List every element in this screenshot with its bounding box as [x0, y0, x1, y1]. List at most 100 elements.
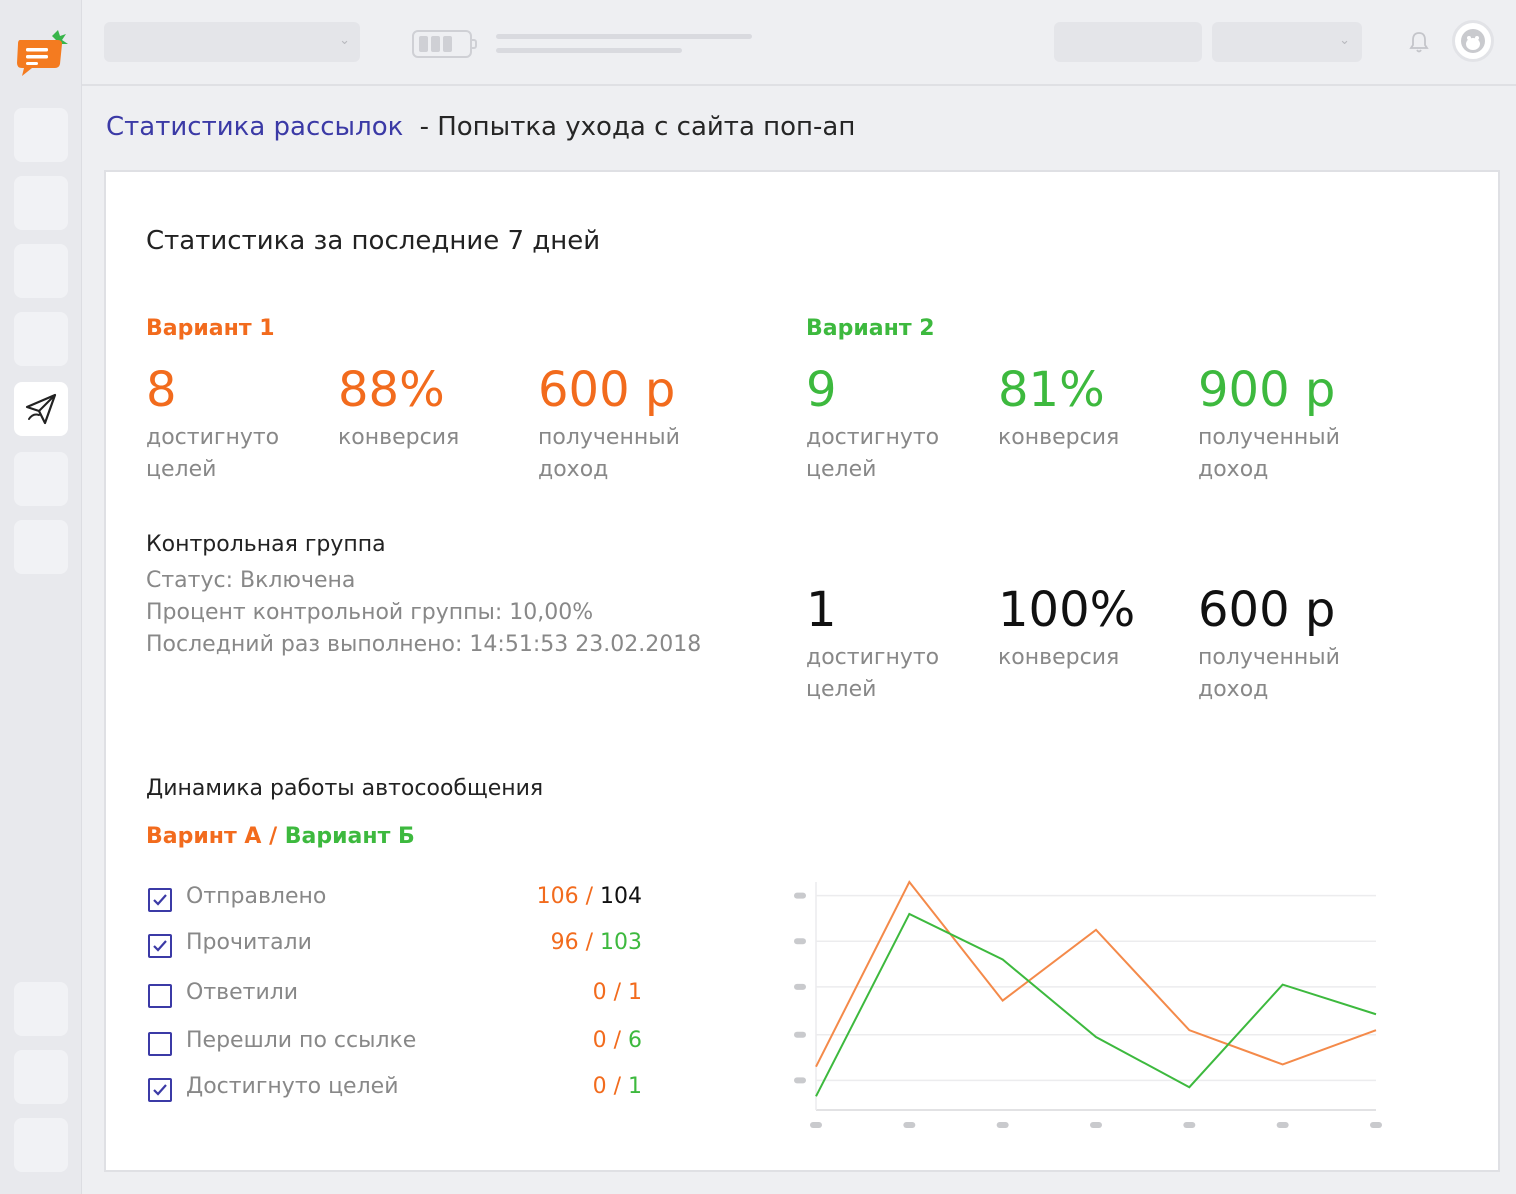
control-group-last-run: Последний раз выполнено: 14:51:53 23.02.… [146, 632, 702, 657]
metric-label: доход [538, 457, 609, 482]
metric-label: конверсия [998, 425, 1120, 450]
metric-value: 9 [806, 362, 837, 418]
metric-row-values: 96 / 103 [551, 930, 642, 955]
variant-1-revenue: 600 р полученный доход [538, 362, 680, 486]
metric-row: Прочитали 96 / 103 [146, 930, 646, 962]
x-tick-label [903, 1122, 916, 1128]
placeholder-line [496, 48, 682, 53]
y-tick-label [794, 892, 806, 899]
control-group-percent: Процент контрольной группы: 10,00% [146, 600, 594, 625]
carrot-chat-logo-icon[interactable] [14, 30, 68, 80]
metric-value: 1 [806, 582, 837, 638]
metric-row-label: Достигнуто целей [186, 1074, 399, 1099]
control-group-status: Статус: Включена [146, 568, 356, 593]
metric-value: 81% [998, 362, 1105, 418]
legend-separator: / [261, 824, 285, 849]
metric-label: доход [1198, 457, 1269, 482]
value-variant-a: 0 [592, 980, 607, 1005]
value-variant-b: 103 [600, 930, 642, 955]
checkbox-unchecked[interactable] [148, 984, 172, 1008]
control-goals: 1 достигнуто целей [806, 582, 939, 706]
metric-row-values: 106 / 104 [537, 884, 642, 909]
legend-variant-a: Варинт А [146, 824, 262, 849]
topbar-select[interactable]: ⌄ [1212, 22, 1362, 62]
metric-row-label: Ответили [186, 980, 299, 1005]
dynamics-legend: Варинт А / Вариант Б [146, 824, 415, 849]
metric-row: Достигнуто целей 0 / 1 [146, 1074, 646, 1106]
dynamics-title: Динамика работы автосообщения [146, 776, 544, 801]
topbar-button[interactable] [1054, 22, 1202, 62]
metric-value: 600 р [538, 362, 676, 418]
metric-row-label: Перешли по ссылке [186, 1028, 417, 1053]
variant-1-goals: 8 достигнуто целей [146, 362, 279, 486]
metric-label: целей [806, 457, 877, 482]
value-variant-b: 1 [628, 1074, 642, 1099]
metric-label: доход [1198, 677, 1269, 702]
metric-row-values: 0 / 1 [593, 980, 642, 1005]
sidebar-item-8[interactable] [14, 982, 68, 1036]
x-tick-label [810, 1122, 822, 1128]
metric-row-label: Прочитали [186, 930, 312, 955]
checkbox-unchecked[interactable] [148, 1032, 172, 1056]
control-conversion: 100% конверсия [998, 582, 1135, 674]
metric-label: полученный [1198, 645, 1340, 670]
metric-label: достигнуто [806, 645, 940, 670]
value-variant-a: 0 [592, 1028, 607, 1053]
sidebar-item-6[interactable] [14, 452, 68, 506]
page-title: - Попытка ухода с сайта поп-ап [419, 112, 856, 142]
metric-label: достигнуто [806, 425, 940, 450]
variant-2-goals: 9 достигнуто целей [806, 362, 939, 486]
metric-row: Перешли по ссылке 0 / 6 [146, 1028, 646, 1060]
value-separator: / [578, 930, 600, 955]
legend-variant-b: Вариант Б [284, 824, 415, 849]
value-separator: / [606, 980, 628, 1005]
variant-2-title: Вариант 2 [806, 316, 935, 341]
breadcrumb: Статистика рассылок - Попытка ухода с са… [106, 112, 855, 142]
value-variant-b: 1 [628, 980, 642, 1005]
y-tick-label [794, 1031, 806, 1038]
metric-label: целей [146, 457, 217, 482]
paper-plane-icon [25, 393, 57, 425]
project-select[interactable]: ⌄ [104, 22, 360, 62]
variant-2-conversion: 81% конверсия [998, 362, 1119, 454]
bell-icon[interactable] [1408, 30, 1430, 54]
x-tick-label [996, 1122, 1009, 1128]
metric-row-values: 0 / 1 [593, 1074, 642, 1099]
sidebar-item-1[interactable] [14, 108, 68, 162]
sidebar-item-7[interactable] [14, 520, 68, 574]
metric-row: Ответили 0 / 1 [146, 980, 646, 1012]
checkbox-checked[interactable] [148, 888, 172, 912]
sidebar-item-2[interactable] [14, 176, 68, 230]
sidebar-item-mailings[interactable] [14, 382, 68, 436]
checkbox-checked[interactable] [148, 934, 172, 958]
value-variant-a: 96 [550, 930, 579, 955]
chevron-down-icon: ⌄ [1339, 33, 1350, 48]
series-line-variant-a [815, 880, 1377, 1068]
variant-1-conversion: 88% конверсия [338, 362, 459, 454]
metric-value: 100% [998, 582, 1136, 638]
variant-2-revenue: 900 р полученный доход [1198, 362, 1340, 486]
value-separator: / [606, 1074, 628, 1099]
top-bar: ⌄ ⌄ [82, 0, 1516, 86]
metric-value: 88% [338, 362, 445, 418]
sidebar-item-3[interactable] [14, 244, 68, 298]
chevron-down-icon: ⌄ [339, 33, 350, 48]
sidebar-item-4[interactable] [14, 312, 68, 366]
breadcrumb-link-mailing-stats[interactable]: Статистика рассылок [106, 112, 403, 142]
x-tick-label [1370, 1122, 1382, 1128]
sidebar-item-9[interactable] [14, 1050, 68, 1104]
user-avatar-icon[interactable] [1452, 20, 1494, 62]
metric-label: полученный [538, 425, 680, 450]
placeholder-line [496, 34, 752, 39]
stats-card: Статистика за последние 7 дней Вариант 1… [104, 170, 1500, 1172]
checkmark-icon [153, 940, 167, 952]
checkbox-checked[interactable] [148, 1078, 172, 1102]
metric-row: Отправлено 106 / 104 [146, 884, 646, 916]
sidebar-item-10[interactable] [14, 1118, 68, 1172]
metric-label: полученный [1198, 425, 1340, 450]
control-group-title: Контрольная группа [146, 532, 386, 557]
stats-period-title: Статистика за последние 7 дней [146, 226, 601, 256]
x-tick-label [1090, 1122, 1102, 1128]
y-tick-label [794, 1077, 806, 1084]
value-variant-a: 106 [536, 884, 579, 909]
